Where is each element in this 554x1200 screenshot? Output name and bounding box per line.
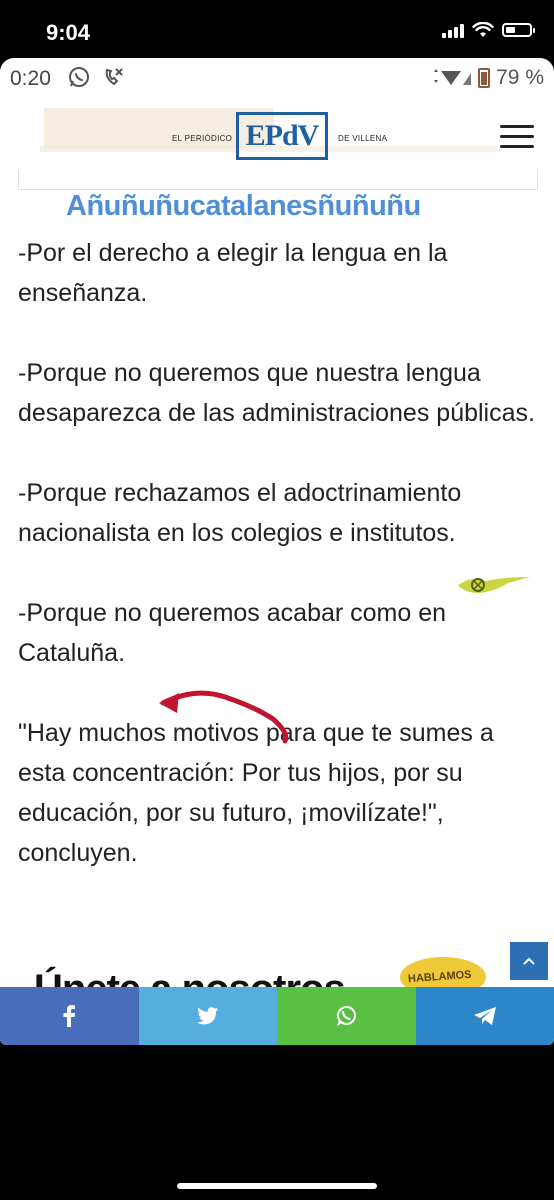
android-clock: 0:20 xyxy=(10,67,51,90)
telegram-icon xyxy=(473,1007,496,1025)
article-paragraph: -Por el derecho a elegir la lengua en la… xyxy=(18,239,448,307)
share-twitter-button[interactable] xyxy=(138,987,277,1045)
article-card-edge xyxy=(18,170,538,190)
battery-percent: 79 % xyxy=(496,66,544,89)
article-paragraph: -Porque rechazamos el adoctrinamiento na… xyxy=(18,479,462,547)
cellular-signal-icon xyxy=(442,22,464,38)
missed-call-icon xyxy=(105,68,123,86)
drawn-annotation-icon xyxy=(458,577,530,593)
share-telegram-button[interactable] xyxy=(415,987,554,1045)
logo-text: EPdV xyxy=(245,119,320,152)
android-status-icons: 79 % xyxy=(432,66,544,90)
brand-left-text: EL PERIÓDICO xyxy=(172,134,233,143)
article-paragraph: -Porque no queremos que nuestra lengua d… xyxy=(18,359,535,427)
home-indicator[interactable] xyxy=(177,1183,377,1189)
twitter-icon xyxy=(196,1007,218,1025)
ios-status-bar: 9:04 xyxy=(0,0,554,58)
brand-right-text: DE VILLENA xyxy=(338,134,388,143)
chevron-up-icon xyxy=(523,957,535,965)
hamburger-menu-icon[interactable] xyxy=(500,125,534,149)
share-whatsapp-button[interactable] xyxy=(277,987,416,1045)
android-battery-icon xyxy=(478,68,491,88)
overlay-caption: Añuñuñucatalanesñuñuñu xyxy=(66,190,421,222)
recorded-phone-screen: 0:20 79 % EL PERIÓDICO EPdV DE VILLENA A… xyxy=(0,58,554,1045)
android-status-bar: 0:20 79 % xyxy=(0,58,554,98)
red-arrow-annotation-icon xyxy=(159,690,289,744)
network-signal-icon xyxy=(434,69,472,85)
facebook-icon xyxy=(63,1005,76,1027)
share-facebook-button[interactable] xyxy=(0,987,139,1045)
wifi-icon xyxy=(472,22,494,37)
battery-icon xyxy=(502,23,535,37)
article-paragraph: -Porque no queremos acabar como en Catal… xyxy=(18,599,447,667)
ios-status-icons xyxy=(442,22,535,38)
share-bar xyxy=(0,987,554,1045)
site-logo[interactable]: EPdV xyxy=(236,112,328,160)
whatsapp-icon xyxy=(337,1006,357,1026)
whatsapp-notification-icon xyxy=(69,67,89,87)
scroll-to-top-button[interactable] xyxy=(510,942,548,980)
ios-clock: 9:04 xyxy=(46,20,91,45)
site-header: EL PERIÓDICO EPdV DE VILLENA xyxy=(0,98,554,170)
